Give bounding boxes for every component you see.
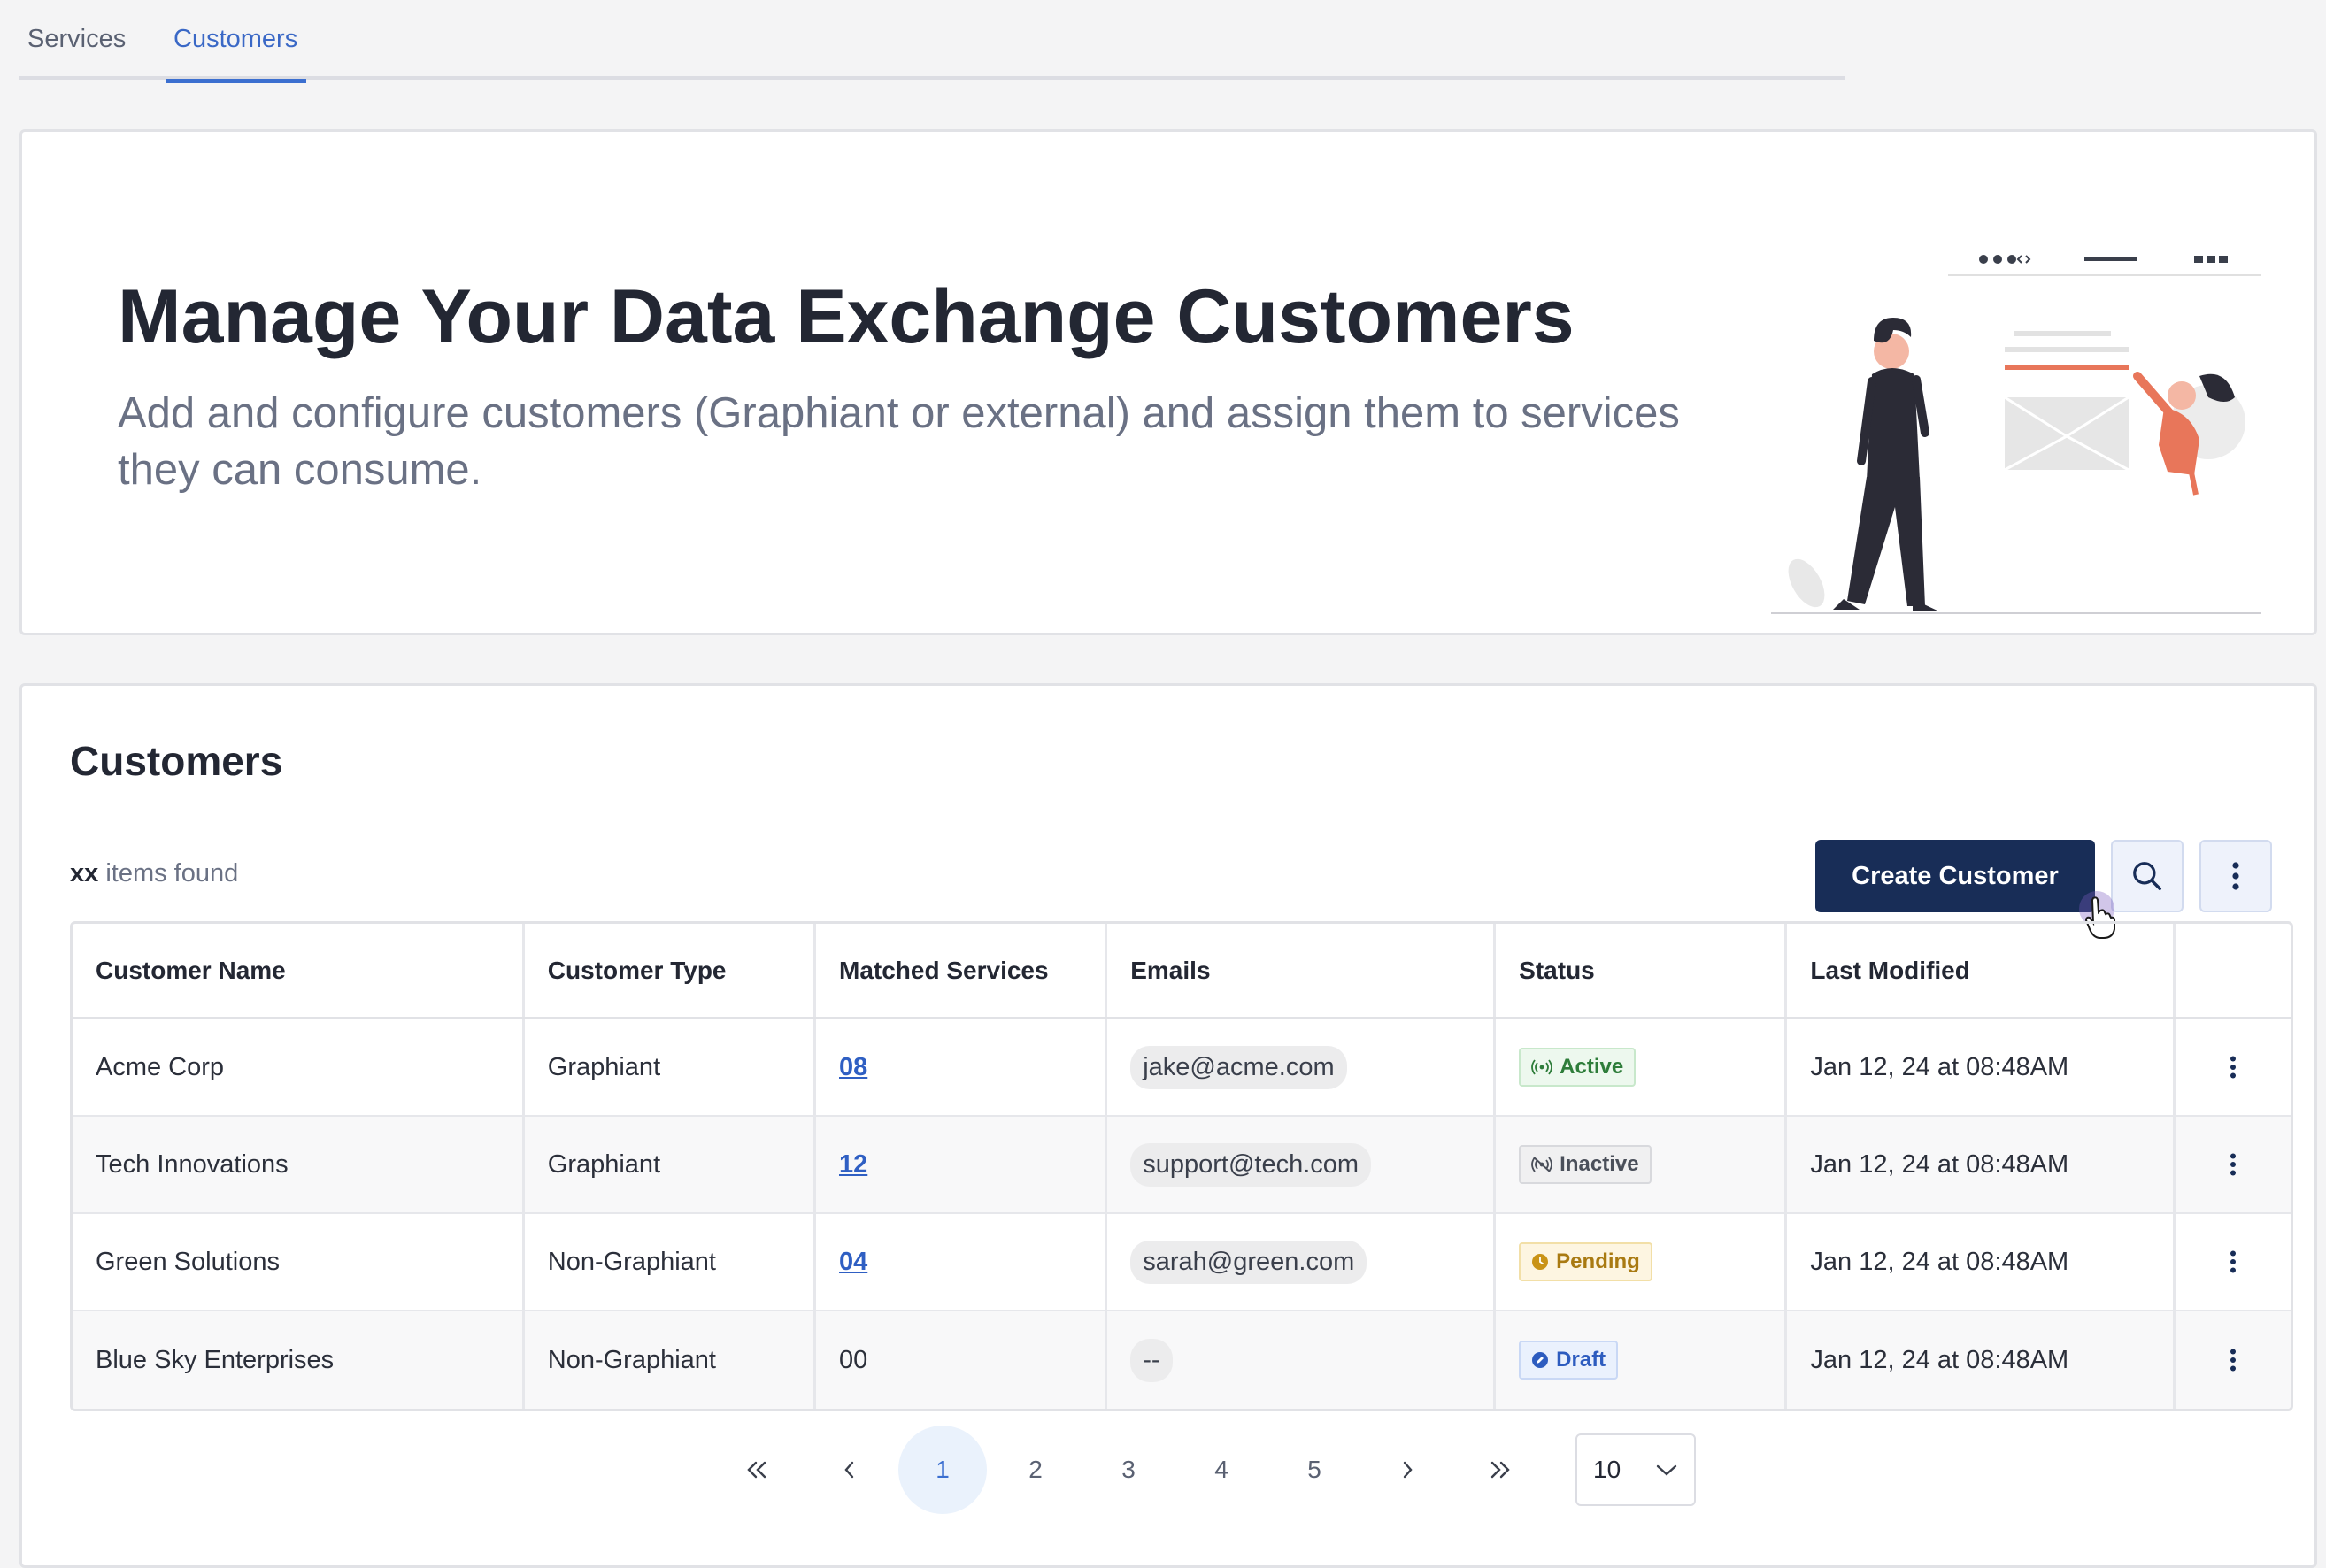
table-row[interactable]: Blue Sky Enterprises Non-Graphiant 00 --…	[73, 1311, 2291, 1409]
matched-services-cell: 00	[816, 1311, 1108, 1409]
matched-services-cell: 12	[816, 1117, 1108, 1212]
email-cell: support@tech.com	[1107, 1117, 1497, 1212]
hero-title: Manage Your Data Exchange Customers	[118, 274, 1575, 359]
table-header-row: Customer Name Customer Type Matched Serv…	[73, 924, 2291, 1019]
hero-subtitle: Add and configure customers (Graphiant o…	[118, 389, 1680, 494]
double-chevron-right-icon	[1490, 1461, 1510, 1479]
column-header-emails[interactable]: Emails	[1107, 924, 1497, 1017]
last-modified-cell: Jan 12, 24 at 08:48AM	[1787, 1019, 2176, 1115]
people-board-illustration-icon	[1771, 255, 2261, 614]
customers-table: Customer Name Customer Type Matched Serv…	[70, 921, 2293, 1411]
tab-customers[interactable]: Customers	[166, 25, 307, 83]
email-cell: jake@acme.com	[1107, 1019, 1497, 1115]
clock-icon	[1532, 1254, 1549, 1270]
column-header-customer-name[interactable]: Customer Name	[73, 924, 525, 1017]
column-header-last-modified[interactable]: Last Modified	[1787, 924, 2176, 1017]
items-count-label: items found	[105, 859, 239, 888]
status-cell: Draft	[1496, 1311, 1788, 1409]
status-label: Inactive	[1560, 1152, 1639, 1176]
chevron-right-icon	[1403, 1461, 1413, 1479]
signal-icon	[1531, 1059, 1553, 1075]
row-kebab-icon[interactable]	[2215, 1049, 2251, 1085]
customer-type-cell: Non-Graphiant	[525, 1311, 816, 1409]
column-header-status[interactable]: Status	[1496, 924, 1788, 1017]
page-button-5[interactable]: 5	[1270, 1426, 1359, 1514]
page-size-select[interactable]: 10	[1575, 1433, 1696, 1506]
section-title: Customers	[70, 738, 283, 784]
pencil-circle-icon	[1532, 1352, 1549, 1368]
items-count-value: xx	[70, 859, 99, 888]
next-page-button[interactable]	[1363, 1426, 1452, 1514]
customers-card: Customers xx items found Create Customer…	[19, 683, 2317, 1568]
last-modified-cell: Jan 12, 24 at 08:48AM	[1787, 1311, 2176, 1409]
row-actions-cell	[2176, 1019, 2291, 1115]
tab-services[interactable]: Services	[27, 25, 126, 80]
status-badge: Pending	[1519, 1242, 1652, 1281]
status-badge: Draft	[1519, 1341, 1619, 1380]
customer-type-cell: Non-Graphiant	[525, 1214, 816, 1310]
first-page-button[interactable]	[712, 1426, 801, 1514]
chevron-left-icon	[844, 1461, 854, 1479]
row-kebab-icon[interactable]	[2215, 1147, 2251, 1182]
last-modified-cell: Jan 12, 24 at 08:48AM	[1787, 1117, 2176, 1212]
pagination: 1 2 3 4 5 10	[712, 1426, 1696, 1514]
email-cell: sarah@green.com	[1107, 1214, 1497, 1310]
matched-services-cell: 08	[816, 1019, 1108, 1115]
status-cell: Inactive	[1496, 1117, 1788, 1212]
last-page-button[interactable]	[1456, 1426, 1544, 1514]
customer-type-cell: Graphiant	[525, 1019, 816, 1115]
matched-services-link[interactable]: 12	[839, 1150, 867, 1180]
email-chip: --	[1130, 1338, 1173, 1382]
status-cell: Pending	[1496, 1214, 1788, 1310]
search-icon	[2133, 862, 2161, 890]
customer-name-cell: Acme Corp	[73, 1019, 525, 1115]
create-customer-button[interactable]: Create Customer	[1815, 840, 2095, 912]
page-button-2[interactable]: 2	[991, 1426, 1080, 1514]
row-kebab-icon[interactable]	[2215, 1244, 2251, 1280]
customer-name-cell: Blue Sky Enterprises	[73, 1311, 525, 1409]
page-button-4[interactable]: 4	[1177, 1426, 1266, 1514]
signal-off-icon	[1531, 1157, 1553, 1172]
email-cell: --	[1107, 1311, 1497, 1409]
status-cell: Active	[1496, 1019, 1788, 1115]
row-kebab-icon[interactable]	[2215, 1342, 2251, 1378]
last-modified-cell: Jan 12, 24 at 08:48AM	[1787, 1214, 2176, 1310]
email-chip: jake@acme.com	[1130, 1045, 1347, 1089]
items-found-count: xx items found	[70, 859, 238, 888]
page-button-3[interactable]: 3	[1084, 1426, 1173, 1514]
hero-banner: Manage Your Data Exchange Customers Add …	[19, 129, 2317, 635]
vertical-dots-icon	[2232, 862, 2239, 890]
table-row[interactable]: Tech Innovations Graphiant 12 support@te…	[73, 1117, 2291, 1214]
row-actions-cell	[2176, 1214, 2291, 1310]
status-label: Draft	[1556, 1348, 1606, 1372]
table-row[interactable]: Acme Corp Graphiant 08 jake@acme.com Act…	[73, 1019, 2291, 1117]
page-size-value: 10	[1593, 1456, 1621, 1483]
status-badge: Active	[1519, 1048, 1637, 1087]
customer-name-cell: Tech Innovations	[73, 1117, 525, 1212]
prev-page-button[interactable]	[805, 1426, 894, 1514]
customer-type-cell: Graphiant	[525, 1117, 816, 1212]
column-header-actions	[2176, 924, 2291, 1017]
matched-services-link[interactable]: 08	[839, 1053, 867, 1082]
matched-services-cell: 04	[816, 1214, 1108, 1310]
page-button-1[interactable]: 1	[898, 1426, 987, 1514]
more-options-button[interactable]	[2199, 840, 2272, 912]
status-label: Pending	[1556, 1249, 1640, 1273]
row-actions-cell	[2176, 1311, 2291, 1409]
customer-name-cell: Green Solutions	[73, 1214, 525, 1310]
chevron-down-icon	[1656, 1464, 1677, 1476]
table-row[interactable]: Green Solutions Non-Graphiant 04 sarah@g…	[73, 1214, 2291, 1311]
column-header-matched-services[interactable]: Matched Services	[816, 924, 1108, 1017]
status-label: Active	[1560, 1055, 1624, 1079]
tab-bar: Services Customers	[19, 0, 1845, 83]
status-badge: Inactive	[1519, 1145, 1652, 1184]
email-chip: support@tech.com	[1130, 1142, 1372, 1187]
column-header-customer-type[interactable]: Customer Type	[525, 924, 816, 1017]
row-actions-cell	[2176, 1117, 2291, 1212]
email-chip: sarah@green.com	[1130, 1240, 1367, 1284]
matched-services-link[interactable]: 04	[839, 1248, 867, 1277]
double-chevron-left-icon	[747, 1461, 766, 1479]
